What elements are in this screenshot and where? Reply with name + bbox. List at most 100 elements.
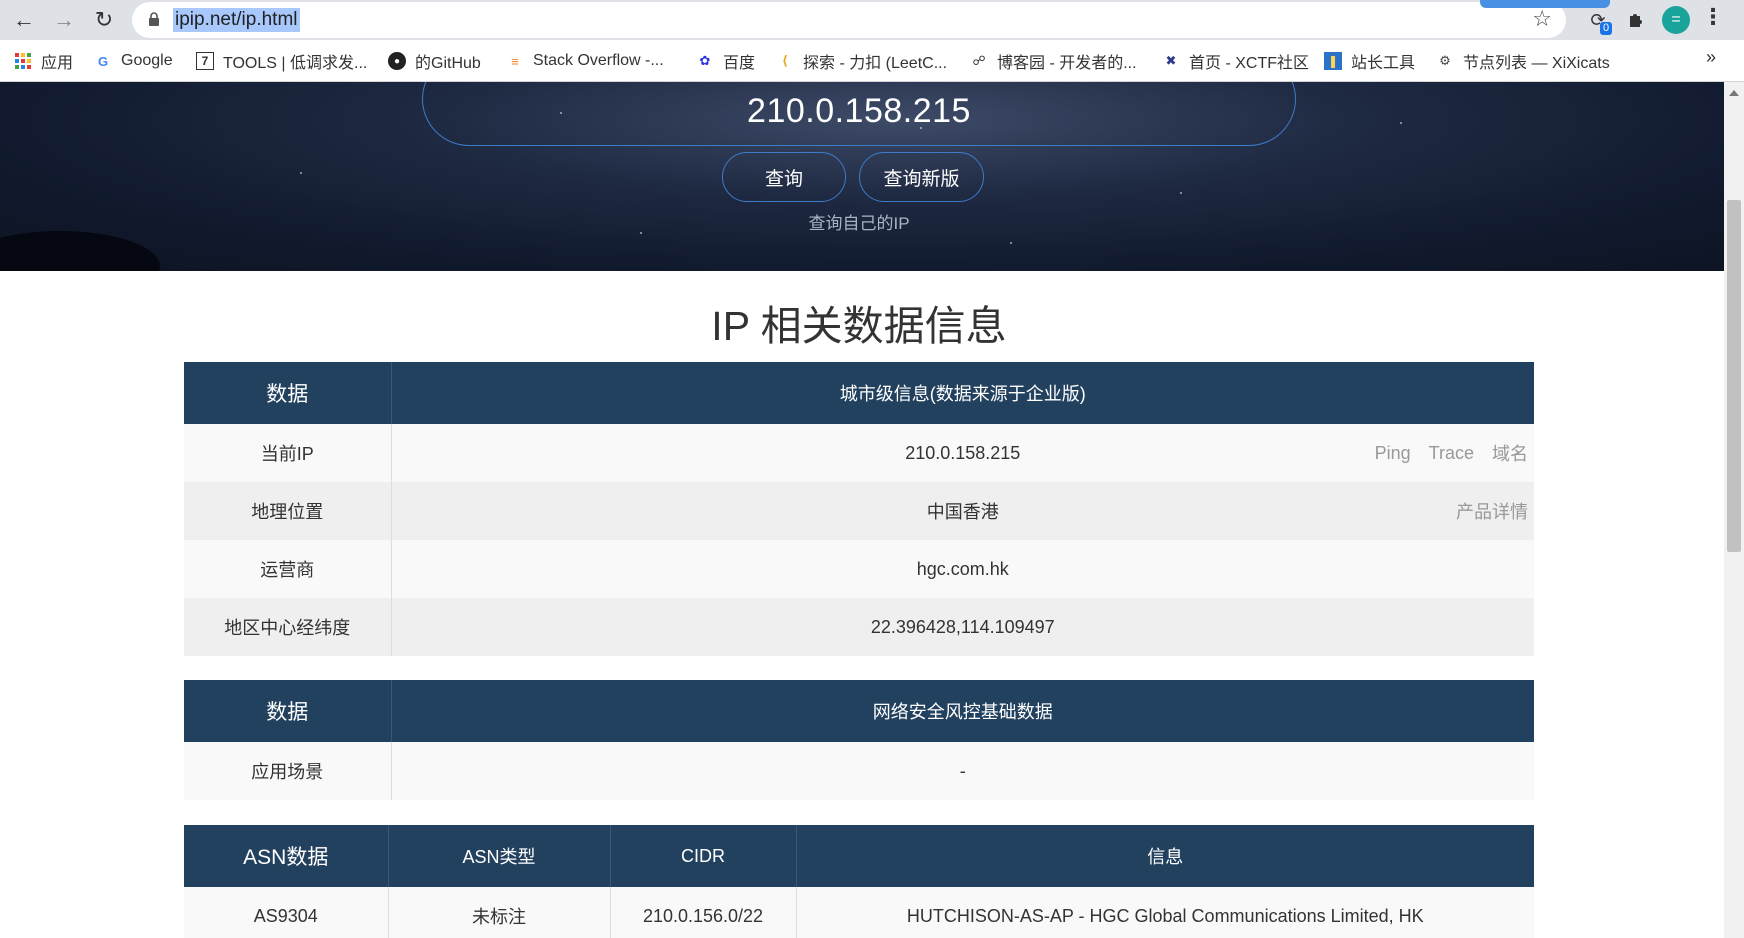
table-header-row: 数据 城市级信息(数据来源于企业版) [184,362,1534,424]
bookmark-label: 探索 - 力扣 (LeetC... [803,55,948,72]
cidr-value[interactable]: 210.0.156.0/22 [610,887,797,938]
ping-link[interactable]: Ping [1375,443,1411,464]
table-row: 当前IP 210.0.158.215 Ping Trace 域名 [184,424,1534,482]
table-row: 应用场景 - [184,742,1534,800]
github-icon: ● [388,52,406,70]
table-header: 数据 [184,362,392,424]
xctf-icon: ✖ [1165,53,1177,68]
bookmark-label: 百度 [723,55,756,72]
bookmark-label: TOOLS | 低调求发... [223,55,368,72]
bookmark-tools[interactable]: 7 TOOLS | 低调求发... [196,50,367,72]
address-bar[interactable]: ipip.net/ip.html ☆ [132,2,1566,38]
bookmarks-bar: 应用 G Google 7 TOOLS | 低调求发... ● 的GitHub … [0,40,1744,82]
city-info-table: 数据 城市级信息(数据来源于企业版) 当前IP 210.0.158.215 Pi… [184,362,1534,656]
xixicats-icon: ⚙ [1439,53,1451,68]
table-header: 城市级信息(数据来源于企业版) [391,362,1534,424]
bookmark-label: 首页 - XCTF社区 [1189,55,1309,72]
row-value-cell: 210.0.158.215 Ping Trace 域名 [391,424,1534,482]
scroll-up-arrow-icon[interactable] [1729,90,1739,96]
bookmark-stackoverflow[interactable]: ≡ Stack Overflow -... [506,50,664,72]
coordinates-value: 22.396428,114.109497 [391,598,1534,656]
scrollbar-thumb[interactable] [1727,200,1741,552]
isp-value: hgc.com.hk [391,540,1534,598]
trace-link[interactable]: Trace [1429,443,1474,464]
asn-data-table: ASN数据 ASN类型 CIDR 信息 AS9304 未标注 210.0.156… [184,825,1534,938]
page-content: 210.0.158.215 查询 查询新版 查询自己的IP IP 相关数据信息 … [0,82,1724,938]
ip-tools-links: Ping Trace 域名 [1375,424,1528,482]
table-header-row: 数据 网络安全风控基础数据 [184,680,1534,742]
bookmark-leetcode[interactable]: ⟨ 探索 - 力扣 (LeetC... [776,50,947,72]
reload-icon[interactable]: ↻ [88,4,120,36]
table-row: 地理位置 中国香港 产品详情 [184,482,1534,540]
table-header: 网络安全风控基础数据 [391,680,1534,742]
bookmark-label: Stack Overflow -... [533,52,664,69]
chinaz-icon: ❚ [1324,52,1342,70]
query-my-ip-link[interactable]: 查询自己的IP [0,209,1718,234]
table-row: AS9304 未标注 210.0.156.0/22 HUTCHISON-AS-A… [184,887,1534,938]
baidu-icon: ✿ [699,53,711,68]
asn-type-value: 未标注 [388,887,611,938]
browser-menu-icon[interactable]: ⋮ [1702,4,1724,30]
hill-silhouette [0,231,160,271]
bookmark-github[interactable]: ● 的GitHub [388,50,481,72]
section-title: IP 相关数据信息 [711,303,1007,349]
ip-search-input[interactable]: 210.0.158.215 [422,82,1296,146]
leetcode-icon: ⟨ [782,53,788,68]
page-scrollbar[interactable] [1724,82,1744,938]
star-decoration [300,172,302,174]
star-decoration [1400,122,1402,124]
bookmark-label: 节点列表 — XiXicats [1463,55,1610,72]
product-links: 产品详情 [1456,482,1528,540]
table-header: ASN数据 [184,825,389,887]
tools-icon: 7 [196,52,214,70]
bookmark-label: 应用 [41,55,74,72]
bookmark-xixicats[interactable]: ⚙ 节点列表 — XiXicats [1436,50,1610,72]
hero-banner: 210.0.158.215 查询 查询新版 查询自己的IP [0,82,1724,271]
bookmark-chinaz[interactable]: ❚ 站长工具 [1324,50,1415,72]
google-icon: G [97,53,109,69]
forward-arrow-icon[interactable]: → [48,4,80,36]
risk-data-table: 数据 网络安全风控基础数据 应用场景 - [184,680,1534,800]
back-arrow-icon[interactable]: ← [8,4,40,36]
bookmark-label: 的GitHub [415,55,481,72]
row-value-cell: 中国香港 产品详情 [391,482,1534,540]
current-ip-value: 210.0.158.215 [905,442,1021,463]
star-decoration [1010,242,1012,244]
star-decoration [1180,192,1182,194]
query-new-version-button[interactable]: 查询新版 [859,152,984,202]
url-text[interactable]: ipip.net/ip.html [173,8,300,32]
bookmark-apps[interactable]: 应用 [14,50,73,72]
query-button[interactable]: 查询 [722,152,846,202]
cnblogs-icon: ☍ [972,53,986,68]
profile-avatar[interactable]: = [1662,6,1690,34]
bookmark-label: 博客园 - 开发者的... [997,55,1137,72]
extensions-puzzle-icon[interactable] [1622,6,1650,34]
ip-input-value[interactable]: 210.0.158.215 [747,92,971,131]
row-label: 应用场景 [184,742,392,800]
row-label: 地理位置 [184,482,392,540]
table-header-row: ASN数据 ASN类型 CIDR 信息 [184,825,1534,887]
table-row: 运营商 hgc.com.hk [184,540,1534,598]
bookmark-label: 站长工具 [1351,55,1416,72]
table-header: 数据 [184,680,392,742]
bookmark-label: Google [121,52,173,69]
row-label: 地区中心经纬度 [184,598,392,656]
location-value: 中国香港 [926,502,999,522]
bookmark-baidu[interactable]: ✿ 百度 [696,50,755,72]
lock-icon [149,12,159,26]
browser-toolbar: ← → ↻ ipip.net/ip.html ☆ ⟳ 0 = ⋮ [0,0,1744,40]
bookmark-google[interactable]: G Google [94,50,173,72]
scenario-value: - [391,742,1534,800]
bookmark-xctf[interactable]: ✖ 首页 - XCTF社区 [1162,50,1309,72]
table-header: 信息 [796,825,1534,887]
bookmark-star-icon[interactable]: ☆ [1532,6,1552,32]
table-row: 地区中心经纬度 22.396428,114.109497 [184,598,1534,656]
domain-link[interactable]: 域名 [1492,440,1528,466]
row-label: 当前IP [184,424,392,482]
table-header: ASN类型 [388,825,611,887]
asn-value[interactable]: AS9304 [184,887,389,938]
bookmark-cnblogs[interactable]: ☍ 博客园 - 开发者的... [970,50,1137,72]
apps-grid-icon [14,52,32,70]
product-details-link[interactable]: 产品详情 [1456,498,1528,524]
bookmarks-overflow-icon[interactable]: » [1706,47,1716,68]
